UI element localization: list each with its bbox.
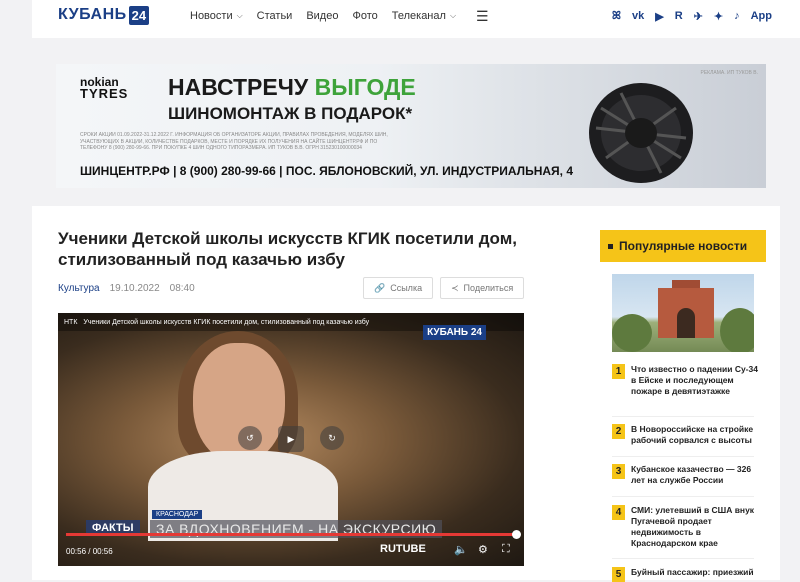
tire-image <box>589 83 693 183</box>
ad-banner[interactable]: nokian TYRES НАВСТРЕЧУ ВЫГОДЕ ШИНОМОНТАЖ… <box>56 64 766 188</box>
item-text: В Новороссийске на стройке рабочий сорва… <box>631 424 754 445</box>
popular-news-header: Популярные новости <box>600 230 766 262</box>
item-number: 4 <box>612 505 625 520</box>
video-frame-face <box>193 343 285 463</box>
progress-fill <box>66 533 516 536</box>
volume-icon[interactable]: 🔈 <box>454 543 468 556</box>
chevron-down-icon: ⌵ <box>449 11 457 20</box>
site-logo[interactable]: КУБАНЬ 24 <box>58 4 150 26</box>
copy-link-label: Ссылка <box>390 283 423 293</box>
share-label: Поделиться <box>463 283 514 293</box>
forward-icon[interactable]: ↻ <box>320 426 344 450</box>
article-meta: Культура 19.10.2022 08:40 <box>58 283 195 294</box>
player-controls: 00:56 / 00:56 RUTUBE 🔈 ⚙ ⛶ <box>66 543 516 559</box>
nav-item-video[interactable]: Видео <box>306 10 338 22</box>
vk-icon[interactable]: vk <box>632 10 644 23</box>
app-icon[interactable]: App <box>751 10 772 23</box>
progress-knob[interactable] <box>512 530 521 539</box>
bullet-icon <box>608 243 613 249</box>
ad-subheadline: ШИНОМОНТАЖ В ПОДАРОК* <box>168 104 413 123</box>
play-button[interactable]: ▶ <box>278 426 304 452</box>
ad-note: РЕКЛАМА. ИП ТУКОВ В. <box>700 70 758 76</box>
channel-badge: НТК <box>64 318 78 326</box>
item-text: Кубанское казачество — 326 лет на службе… <box>631 464 752 485</box>
video-channel-logo: КУБАНЬ 24 <box>423 325 486 340</box>
nav-item-photo[interactable]: Фото <box>352 10 377 22</box>
article-time: 08:40 <box>169 283 195 294</box>
share-button[interactable]: ≺ Поделиться <box>440 277 525 299</box>
share-icon: ≺ <box>451 282 459 293</box>
popular-news-item[interactable]: 4 СМИ: улетевший в США внук Пугачевой пр… <box>612 505 762 549</box>
location-tag: КРАСНОДАР <box>152 510 203 519</box>
tiktok-icon[interactable]: ♪ <box>734 10 740 23</box>
logo-number: 24 <box>128 5 150 25</box>
site-header: КУБАНЬ 24 Новости ⌵ Статьи Видео Фото Тел… <box>32 0 800 38</box>
social-links: ꕤ vk ▶ R ✈ ✦ ♪ App <box>612 10 772 23</box>
item-number: 2 <box>612 424 625 439</box>
logo-text: КУБАНЬ <box>58 6 127 23</box>
article-date: 19.10.2022 <box>109 283 160 294</box>
chevron-down-icon: ⌵ <box>236 11 243 20</box>
popular-news-sidebar: Популярные новости 1 Что известно о паде… <box>600 230 766 582</box>
copy-link-button[interactable]: 🔗 Ссылка <box>363 277 434 299</box>
rewind-icon[interactable]: ↺ <box>238 426 262 450</box>
youtube-icon[interactable]: ▶ <box>655 10 663 23</box>
nav-item-tv[interactable]: Телеканал ⌵ <box>392 10 456 22</box>
nav-item-news[interactable]: Новости ⌵ <box>190 10 243 22</box>
item-number: 1 <box>612 364 625 379</box>
ad-brand-logo: nokian TYRES <box>80 75 129 101</box>
video-title: Ученики Детской школы искусств КГИК посе… <box>83 318 370 326</box>
item-text: Что известно о падении Су-34 в Ейске и п… <box>631 364 758 396</box>
ad-headline: НАВСТРЕЧУ ВЫГОДЕ <box>168 74 416 100</box>
article-title: Ученики Детской школы искусств КГИК посе… <box>58 229 517 269</box>
rutube-icon[interactable]: R <box>675 10 683 23</box>
article-category[interactable]: Культура <box>58 283 100 294</box>
ok-icon[interactable]: ꕤ <box>612 10 621 23</box>
menu-icon[interactable]: ☰ <box>476 9 489 23</box>
settings-icon[interactable]: ⚙ <box>478 543 488 556</box>
video-time: 00:56 / 00:56 <box>66 546 113 556</box>
item-number: 3 <box>612 464 625 479</box>
popular-news-title: Популярные новости <box>619 239 748 253</box>
main-nav: Новости ⌵ Статьи Видео Фото Телеканал ⌵ ☰ <box>190 9 489 23</box>
nav-item-articles[interactable]: Статьи <box>257 10 293 22</box>
ad-contact: ШИНЦЕНТР.РФ | 8 (900) 280-99-66 | ПОС. Я… <box>80 164 574 178</box>
popular-news-item[interactable]: 2 В Новороссийске на стройке рабочий сор… <box>612 424 762 446</box>
progress-bar[interactable] <box>66 530 521 539</box>
item-text: СМИ: улетевший в США внук Пугачевой прод… <box>631 505 755 548</box>
telegram-icon[interactable]: ✈ <box>694 10 703 23</box>
video-player[interactable]: НТК Ученики Детской школы искусств КГИК … <box>58 313 524 566</box>
rutube-logo[interactable]: RUTUBE <box>380 543 426 555</box>
popular-news-image[interactable] <box>612 274 754 352</box>
popular-news-item[interactable]: 3 Кубанское казачество — 326 лет на служ… <box>612 464 762 486</box>
link-icon: 🔗 <box>374 282 386 293</box>
ad-fine-print: СРОКИ АКЦИИ 01.09.2022-31.12.2022 Г. ИНФ… <box>80 132 388 151</box>
zen-icon[interactable]: ✦ <box>714 10 723 23</box>
fullscreen-icon[interactable]: ⛶ <box>502 543 510 556</box>
popular-news-item[interactable]: 1 Что известно о падении Су-34 в Ейске и… <box>612 364 762 397</box>
